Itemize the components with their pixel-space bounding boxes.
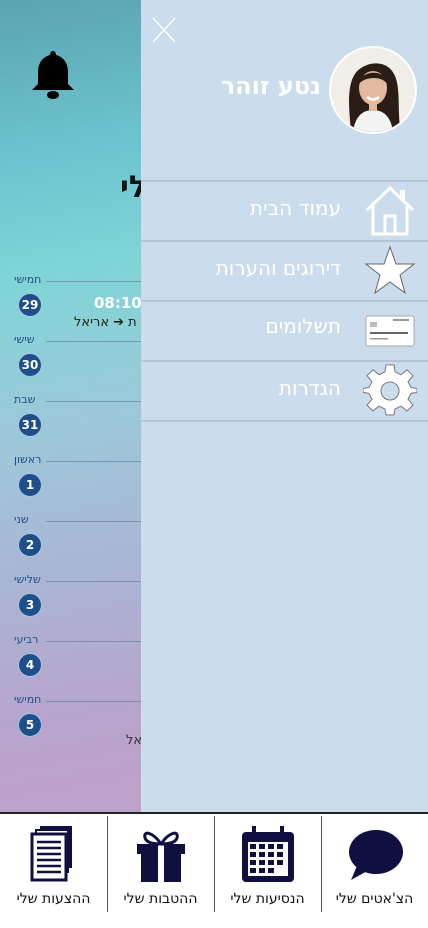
tab-my-offers[interactable]: ההצעות שלי (0, 814, 107, 928)
day-label: שני (14, 513, 29, 526)
tab-my-chats[interactable]: הצ'אטים שלי (321, 814, 428, 928)
menu-item-label: דירוגים והערות (215, 256, 341, 280)
day-row[interactable]: שני 2 (0, 513, 141, 573)
documents-icon (30, 826, 72, 882)
divider (46, 641, 141, 642)
gift-icon (137, 831, 185, 882)
menu-item-ratings[interactable]: דירוגים והערות (141, 242, 428, 300)
divider (46, 461, 141, 462)
tab-label: הצ'אטים שלי (335, 891, 414, 907)
day-number: 3 (18, 593, 42, 617)
menu-item-payments[interactable]: תשלומים (141, 300, 428, 358)
day-row[interactable]: שישי 30 (0, 333, 141, 393)
calendar-icon (242, 826, 294, 882)
menu-item-home[interactable]: עמוד הבית (141, 182, 428, 240)
day-row[interactable]: שלישי 3 (0, 573, 141, 633)
trip-route: אל (126, 733, 143, 748)
divider (46, 521, 141, 522)
day-row[interactable]: רביעי 4 (0, 633, 141, 693)
day-number: 4 (18, 653, 42, 677)
bell-icon[interactable] (30, 48, 76, 100)
avatar[interactable] (329, 46, 417, 134)
day-label: חמישי (14, 693, 42, 706)
home-icon (365, 185, 415, 236)
tab-my-trips[interactable]: הנסיעות שלי (214, 814, 321, 928)
menu-item-settings[interactable]: הגדרות (141, 362, 428, 420)
day-label: ראשון (14, 453, 42, 466)
divider (46, 341, 141, 342)
day-row[interactable]: שבת 31 (0, 393, 141, 453)
day-number: 5 (18, 713, 42, 737)
divider (46, 281, 141, 282)
divider (46, 701, 141, 702)
star-icon (364, 245, 416, 295)
tab-my-benefits[interactable]: ההטבות שלי (107, 814, 214, 928)
day-number: 30 (18, 353, 42, 377)
trip-route: ת ➔ אריאל (74, 315, 137, 330)
day-number: 31 (18, 413, 42, 437)
credit-card-icon (365, 315, 415, 347)
gear-icon (363, 364, 417, 416)
day-label: שלישי (14, 573, 41, 586)
day-number: 29 (18, 293, 42, 317)
close-icon[interactable] (151, 16, 177, 44)
trip-time: 08:10 (94, 294, 142, 312)
day-row[interactable]: ראשון 1 (0, 453, 141, 513)
day-number: 2 (18, 533, 42, 557)
menu-item-label: הגדרות (278, 376, 341, 400)
day-label: חמישי (14, 273, 42, 286)
menu-item-label: עמוד הבית (249, 196, 341, 220)
day-row[interactable]: חמישי 5 (0, 693, 141, 753)
user-name: נטע זוהר (220, 72, 321, 100)
divider (46, 581, 141, 582)
divider (46, 401, 141, 402)
avatar-photo (331, 48, 415, 132)
side-drawer: נטע זוהר עמוד הבית דירוגים והערות תשלומי… (141, 0, 428, 812)
menu-item-label: תשלומים (265, 314, 341, 338)
day-label: רביעי (14, 633, 39, 646)
bottom-tab-bar: ההצעות שלי ההטבות שלי הנסיעות שלי הצ'אטי… (0, 812, 428, 928)
divider (141, 420, 428, 422)
day-number: 1 (18, 473, 42, 497)
tab-label: ההטבות שלי (123, 891, 198, 907)
day-label: שישי (14, 333, 35, 346)
chat-bubble-icon (349, 830, 403, 880)
tab-label: ההצעות שלי (16, 891, 91, 907)
tab-label: הנסיעות שלי (230, 891, 305, 907)
day-label: שבת (14, 393, 36, 406)
